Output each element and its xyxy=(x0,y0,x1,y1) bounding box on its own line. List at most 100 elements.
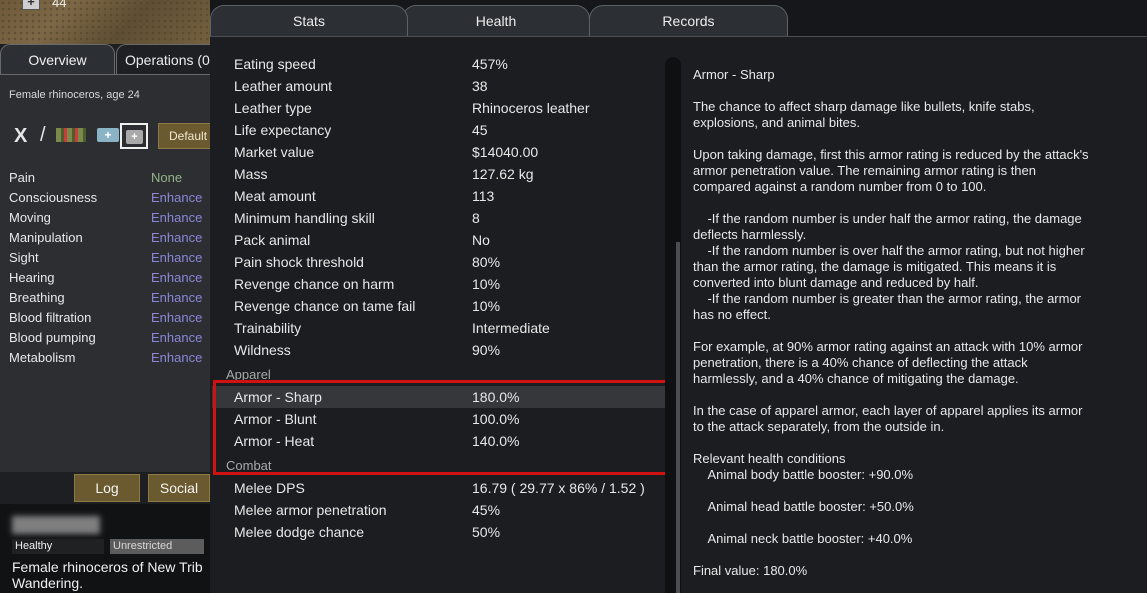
tab-health[interactable]: Health xyxy=(402,5,590,36)
stat-row[interactable]: Melee dodge chance 50% xyxy=(212,521,668,543)
capacity-name: Metabolism xyxy=(9,350,76,365)
capacity-value: Enhance xyxy=(151,210,203,225)
capacity-name: Blood pumping xyxy=(9,330,96,345)
stat-name: Eating speed xyxy=(234,56,316,72)
health-status-bar: Healthy xyxy=(12,539,104,554)
stat-name: Melee DPS xyxy=(234,480,305,496)
stat-row[interactable]: Trainability Intermediate xyxy=(212,317,668,339)
stat-row[interactable]: Eating speed 457% xyxy=(212,53,668,75)
stat-row[interactable]: Market value $14040.00 xyxy=(212,141,668,163)
explanation-paragraph: -If the random number is under half the … xyxy=(693,211,1085,322)
capacity-row: Blood filtration Enhance xyxy=(9,310,209,330)
explanation-paragraph: The chance to affect sharp damage like b… xyxy=(693,99,1035,130)
capacity-row: Metabolism Enhance xyxy=(9,350,209,370)
highlight-annotation-box xyxy=(213,380,671,475)
social-button[interactable]: Social xyxy=(148,474,210,502)
stats-list: Eating speed 457% Leather amount 38 Leathe… xyxy=(210,37,671,593)
capacity-name: Sight xyxy=(9,250,39,265)
close-icon[interactable]: X xyxy=(14,125,36,147)
map-count: 44 xyxy=(52,0,67,10)
explanation-paragraph: Upon taking damage, first this armor rat… xyxy=(693,147,1089,194)
stat-row[interactable]: Life expectancy 45 xyxy=(212,119,668,141)
capacity-value: Enhance xyxy=(151,270,203,285)
health-icon-row: X / + + Default xyxy=(0,123,218,151)
stat-name: Pack animal xyxy=(234,232,311,248)
tab-overview[interactable]: Overview xyxy=(0,44,115,74)
condition-item: Animal body battle booster: +90.0% xyxy=(693,467,914,482)
pawn-description: Female rhinoceros, age 24 xyxy=(9,89,140,101)
stat-name: Revenge chance on tame fail xyxy=(234,298,416,314)
stat-row[interactable]: Pack animal No xyxy=(212,229,668,251)
capacity-name: Manipulation xyxy=(9,230,83,245)
explanation-paragraph: For example, at 90% armor rating against… xyxy=(693,339,1083,386)
stat-name: Pain shock threshold xyxy=(234,254,364,270)
overview-panel: Female rhinoceros, age 24 X / + + Defaul… xyxy=(0,74,218,472)
stat-value: 113 xyxy=(472,188,495,204)
stat-row[interactable]: Revenge chance on harm 10% xyxy=(212,273,668,295)
capacity-row: Manipulation Enhance xyxy=(9,230,209,250)
stat-value: Intermediate xyxy=(472,320,550,336)
stat-name: Wildness xyxy=(234,342,291,358)
capacity-name: Hearing xyxy=(9,270,55,285)
conditions-label: Relevant health conditions xyxy=(693,451,846,466)
capacity-value: Enhance xyxy=(151,190,203,205)
capacity-value: Enhance xyxy=(151,250,203,265)
area-restriction-bar[interactable]: Unrestricted xyxy=(110,539,204,554)
stat-name: Leather type xyxy=(234,100,312,116)
stat-row[interactable]: Melee armor penetration 45% xyxy=(212,499,668,521)
stat-row[interactable]: Pain shock threshold 80% xyxy=(212,251,668,273)
stat-name: Trainability xyxy=(234,320,302,336)
tab-stats[interactable]: Stats xyxy=(210,5,408,36)
stat-value: 45 xyxy=(472,122,488,138)
stat-value: 80% xyxy=(472,254,501,270)
pawn-card[interactable]: Healthy Unrestricted Female rhinoceros o… xyxy=(0,504,210,593)
stat-value: 10% xyxy=(472,276,501,292)
stat-value: 50% xyxy=(472,524,501,540)
stat-row[interactable]: Minimum handling skill 8 xyxy=(212,207,668,229)
map-view[interactable]: + 44 xyxy=(0,0,210,44)
pawn-marker-icon[interactable]: + xyxy=(22,0,40,10)
explanation-title: Armor - Sharp xyxy=(693,67,775,82)
pawn-card-activity: Wandering. xyxy=(12,575,84,591)
capacity-value: Enhance xyxy=(151,290,203,305)
capacity-value: Enhance xyxy=(151,230,203,245)
stat-explanation-panel: Armor - Sharp The chance to affect sharp… xyxy=(693,67,1143,579)
default-care-button[interactable]: Default xyxy=(158,123,218,149)
capacity-row: Blood pumping Enhance xyxy=(9,330,209,350)
stats-window: Eating speed 457% Leather amount 38 Leathe… xyxy=(210,36,1147,593)
scrollbar-thumb[interactable] xyxy=(676,242,680,593)
stat-value: Rhinoceros leather xyxy=(472,100,590,116)
stat-value: 8 xyxy=(472,210,480,226)
capacity-name: Blood filtration xyxy=(9,310,92,325)
capacity-row: Breathing Enhance xyxy=(9,290,209,310)
stat-row[interactable]: Leather amount 38 xyxy=(212,75,668,97)
capacity-value: Enhance xyxy=(151,350,203,365)
stat-row[interactable]: Melee DPS 16.79 ( 29.77 x 86% / 1.52 ) xyxy=(212,477,668,499)
capacity-value: None xyxy=(151,170,183,185)
stat-value: 127.62 kg xyxy=(472,166,534,182)
stat-name: Minimum handling skill xyxy=(234,210,375,226)
capacity-row: Pain None xyxy=(9,170,209,190)
stat-row[interactable]: Meat amount 113 xyxy=(212,185,668,207)
stat-row[interactable]: Wildness 90% xyxy=(212,339,668,361)
pawn-card-description: Female rhinoceros of New Trib xyxy=(12,559,203,575)
stat-name: Meat amount xyxy=(234,188,316,204)
stat-row[interactable]: Leather type Rhinoceros leather xyxy=(212,97,668,119)
medicine-icon[interactable]: + xyxy=(97,128,119,142)
stat-row[interactable]: Mass 127.62 kg xyxy=(212,163,668,185)
stat-value: 457% xyxy=(472,56,508,72)
stat-row[interactable]: Revenge chance on tame fail 10% xyxy=(212,295,668,317)
stat-name: Mass xyxy=(234,166,268,182)
stat-name: Life expectancy xyxy=(234,122,332,138)
selected-medicine-icon[interactable]: + xyxy=(120,123,148,149)
stat-name: Market value xyxy=(234,144,315,160)
log-button[interactable]: Log xyxy=(74,474,140,502)
capacity-name: Pain xyxy=(9,170,36,185)
tab-records[interactable]: Records xyxy=(589,5,788,36)
stat-value: No xyxy=(472,232,490,248)
capacity-value: Enhance xyxy=(151,310,203,325)
capacity-row: Moving Enhance xyxy=(9,210,209,230)
capacity-row: Consciousness Enhance xyxy=(9,190,209,210)
herbal-medicine-icon[interactable] xyxy=(56,128,86,142)
capacity-name: Consciousness xyxy=(9,190,98,205)
